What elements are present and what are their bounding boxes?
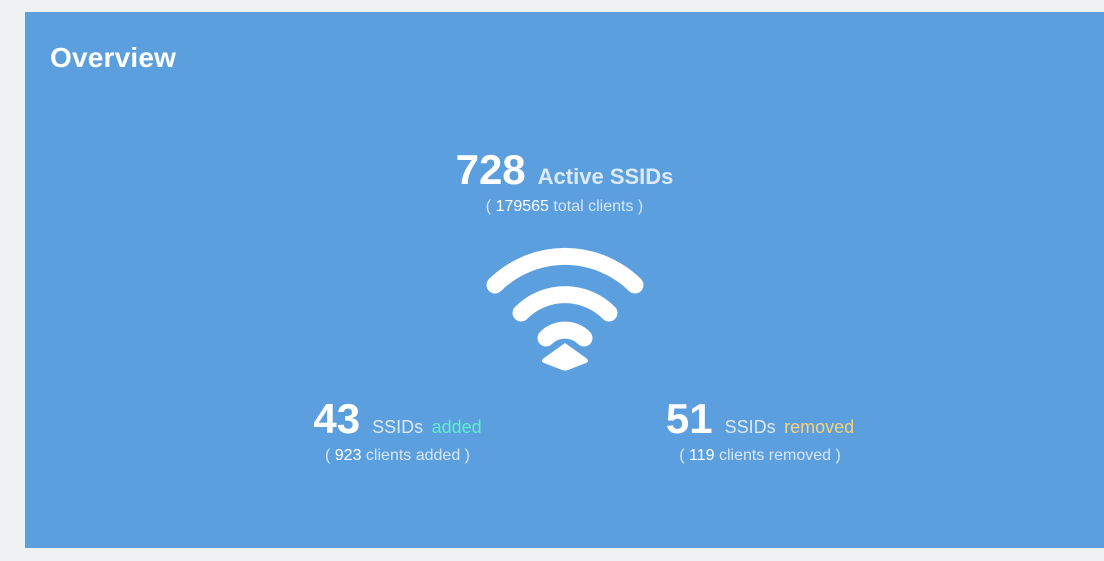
clients-removed-paren: ( <box>679 447 689 464</box>
ssids-added-label: SSIDs <box>372 417 424 437</box>
ssids-removed-status: removed <box>784 417 855 437</box>
clients-removed-suffix: clients removed ) <box>714 447 841 464</box>
wifi-icon <box>486 247 644 371</box>
ssids-removed-label: SSIDs <box>724 417 776 437</box>
total-clients: ( 179565 total clients ) <box>25 198 1104 216</box>
card-title: Overview <box>50 42 177 73</box>
ssids-added-status: added <box>431 417 482 437</box>
clients-added-count: 923 <box>334 447 362 464</box>
clients-removed: ( 119 clients removed ) <box>625 447 895 465</box>
overview-card: Overview 728 Active SSIDs ( 179565 total … <box>25 12 1104 548</box>
total-clients-paren: ( <box>485 198 496 215</box>
total-clients-count: 179565 <box>495 198 549 215</box>
clients-added-suffix: clients added ) <box>361 447 470 464</box>
active-ssids-label: Active SSIDs <box>537 164 674 189</box>
ssids-removed-stat: 51 SSIDs removed ( 119 clients removed ) <box>625 395 895 465</box>
ssids-added-stat: 43 SSIDs added ( 923 clients added ) <box>275 395 520 465</box>
active-ssids-stat: 728 Active SSIDs ( 179565 total clients ) <box>25 146 1104 216</box>
total-clients-suffix: total clients ) <box>548 198 644 215</box>
active-ssids-count: 728 <box>455 146 526 193</box>
clients-removed-count: 119 <box>689 447 715 464</box>
clients-added: ( 923 clients added ) <box>275 447 520 465</box>
ssids-added-count: 43 <box>313 395 361 442</box>
ssids-removed-count: 51 <box>665 395 713 442</box>
clients-added-paren: ( <box>325 447 335 464</box>
